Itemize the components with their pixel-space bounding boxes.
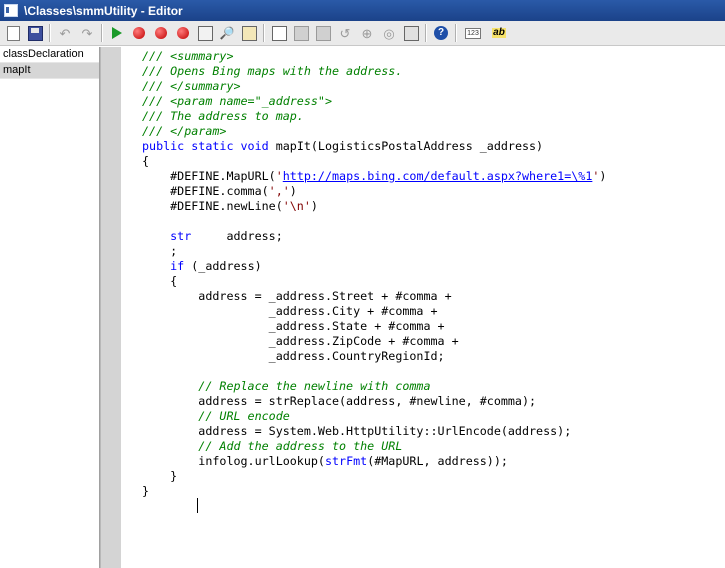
toolbar-separator (425, 24, 427, 42)
code-line: /// <summary> (142, 49, 234, 63)
code-line: address = strReplace(address, #newline, … (142, 394, 537, 408)
source-control-icon[interactable] (270, 24, 288, 42)
text-caret (197, 498, 198, 513)
code-url-link[interactable]: http://maps.bing.com/default.aspx?where1… (283, 169, 593, 183)
compile-icon[interactable] (196, 24, 214, 42)
code-editor[interactable]: /// <summary> /// Opens Bing maps with t… (121, 47, 725, 568)
code-line: } (142, 469, 178, 483)
code-text: infolog.urlLookup( (142, 454, 325, 468)
code-line: // Replace the newline with comma (142, 379, 431, 393)
toolbar-separator (263, 24, 265, 42)
lookup-icon[interactable]: 🔎 (218, 24, 236, 42)
indent-icon[interactable]: ↺ (336, 24, 354, 42)
code-text: #DEFINE.MapURL( (142, 169, 276, 183)
code-line: /// <param name="_address"> (142, 94, 332, 108)
code-text: mapIt(LogisticsPostalAddress _address) (268, 139, 544, 153)
code-keyword: strFmt (324, 454, 368, 468)
code-line: // URL encode (142, 409, 290, 423)
outdent-icon[interactable]: ⊕ (358, 24, 376, 42)
code-line: /// </param> (142, 124, 227, 138)
code-text: ) (289, 184, 297, 198)
code-line: _address.State + #comma + (142, 319, 445, 333)
remove-breakpoints-icon[interactable] (174, 24, 192, 42)
method-list: classDeclaration mapIt (0, 47, 100, 568)
options-icon[interactable] (402, 24, 420, 42)
code-line: /// The address to map. (142, 109, 304, 123)
code-line: #DEFINE.newLine('\n') (142, 199, 318, 214)
code-line: { (142, 154, 150, 168)
save-icon[interactable] (26, 24, 44, 42)
code-line: #DEFINE.MapURL('http://maps.bing.com/def… (142, 169, 606, 184)
code-string: ',' (268, 184, 290, 198)
window-title: \Classes\smmUtility - Editor (24, 3, 183, 18)
comment-icon[interactable] (292, 24, 310, 42)
code-line: public static void mapIt(LogisticsPostal… (142, 139, 543, 154)
code-text: address; (191, 229, 283, 243)
help-icon[interactable]: ? (432, 24, 450, 42)
code-text: #DEFINE.newLine( (142, 199, 283, 213)
code-line: #DEFINE.comma(',') (142, 184, 297, 199)
code-line: _address.City + #comma + (142, 304, 438, 318)
code-line: _address.CountryRegionId; (142, 349, 445, 363)
method-item-mapit[interactable]: mapIt (0, 63, 99, 79)
new-icon[interactable] (4, 24, 22, 42)
code-line: address = System.Web.HttpUtility::UrlEnc… (142, 424, 572, 438)
code-line: { (142, 274, 178, 288)
spell-check-icon[interactable]: ab (488, 24, 510, 42)
code-line: ; (142, 244, 178, 258)
history-icon[interactable]: ◎ (380, 24, 398, 42)
editor-window-icon (4, 4, 18, 17)
method-item-classdeclaration[interactable]: classDeclaration (0, 47, 99, 63)
code-line: if (_address) (142, 259, 262, 274)
stop-breakpoint-icon[interactable] (152, 24, 170, 42)
code-string: ' (275, 169, 283, 183)
toolbar-separator (49, 24, 51, 42)
code-text: (_address) (184, 259, 262, 273)
code-line: _address.ZipCode + #comma + (142, 334, 459, 348)
redo-icon[interactable]: ↷ (78, 24, 96, 42)
code-keyword: public static void (142, 139, 269, 153)
toolbar: ↶ ↷ 🔎 ↺ ⊕ ◎ ? 123 ab (0, 21, 725, 46)
code-line: } (142, 484, 150, 498)
run-icon[interactable] (108, 24, 126, 42)
code-line: /// </summary> (142, 79, 241, 93)
code-string: '\n' (282, 199, 311, 213)
code-text: ) (310, 199, 318, 213)
toolbar-separator (455, 24, 457, 42)
title-bar: \Classes\smmUtility - Editor (0, 0, 725, 21)
code-line: str address; (142, 229, 283, 244)
code-text: #DEFINE.comma( (142, 184, 269, 198)
script-icon[interactable] (240, 24, 258, 42)
code-text: ) (599, 169, 607, 183)
toolbar-separator (101, 24, 103, 42)
editor-gutter[interactable] (100, 47, 121, 568)
code-keyword: str (142, 229, 192, 243)
undo-icon[interactable]: ↶ (56, 24, 74, 42)
code-text: (#MapURL, address)); (367, 454, 508, 468)
uncomment-icon[interactable] (314, 24, 332, 42)
breakpoint-icon[interactable] (130, 24, 148, 42)
code-line: infolog.urlLookup(strFmt(#MapURL, addres… (142, 454, 508, 469)
line-numbers-icon[interactable]: 123 (462, 24, 484, 42)
code-line: address = _address.Street + #comma + (142, 289, 452, 303)
code-keyword: if (142, 259, 185, 273)
code-line: /// Opens Bing maps with the address. (142, 64, 403, 78)
code-line: // Add the address to the URL (142, 439, 403, 453)
